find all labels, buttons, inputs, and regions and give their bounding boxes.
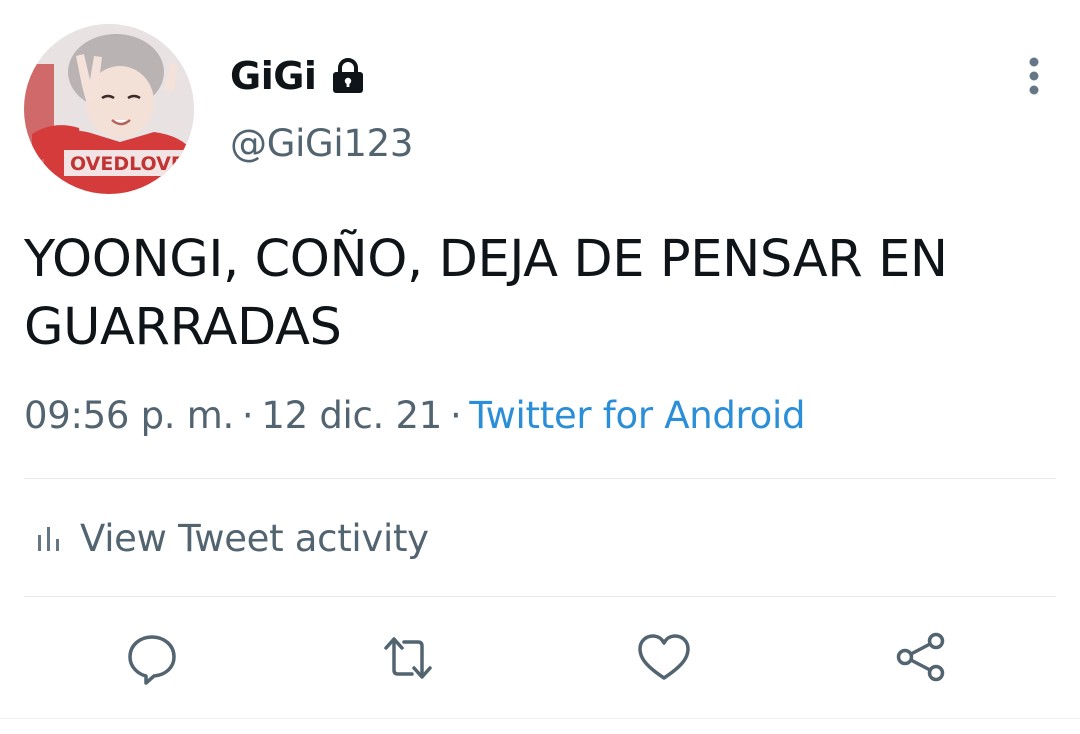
reply-button[interactable] xyxy=(124,630,180,686)
meta-separator: · xyxy=(449,394,462,437)
bar-chart-icon xyxy=(38,527,59,551)
avatar-image: OVEDLOVE xyxy=(24,24,194,194)
more-options-button[interactable] xyxy=(1012,54,1056,98)
avatar-shirt-text: OVEDLOVE xyxy=(70,153,184,175)
tweet-time: 09:56 p. m. xyxy=(24,394,234,437)
meta-separator: · xyxy=(241,394,254,437)
tweet-text: YOONGI, COÑO, DEJA DE PENSAR EN GUARRADA… xyxy=(24,230,948,357)
share-icon xyxy=(896,632,945,682)
heart-icon xyxy=(638,634,690,680)
avatar[interactable]: OVEDLOVE xyxy=(24,24,194,194)
retweet-icon xyxy=(384,637,432,679)
lock-icon xyxy=(333,58,364,93)
more-vertical-icon xyxy=(1029,57,1039,95)
display-name-row[interactable]: GiGi xyxy=(230,52,366,100)
tweet-meta: 09:56 p. m. · 12 dic. 21 · Twitter for Andro… xyxy=(24,394,805,437)
view-tweet-activity-label: View Tweet activity xyxy=(80,516,429,560)
view-tweet-activity-button[interactable]: View Tweet activity xyxy=(36,510,429,566)
divider xyxy=(24,478,1056,479)
like-button[interactable] xyxy=(636,630,692,686)
bottom-divider xyxy=(0,718,1080,719)
retweet-button[interactable] xyxy=(380,630,436,686)
tweet-source-link[interactable]: Twitter for Android xyxy=(469,394,805,437)
tweet-date: 12 dic. 21 xyxy=(261,394,442,437)
handle[interactable]: @GiGi123 xyxy=(230,122,413,165)
divider xyxy=(24,596,1056,597)
share-button[interactable] xyxy=(892,630,948,686)
reply-icon xyxy=(128,635,176,685)
display-name[interactable]: GiGi xyxy=(230,54,317,98)
